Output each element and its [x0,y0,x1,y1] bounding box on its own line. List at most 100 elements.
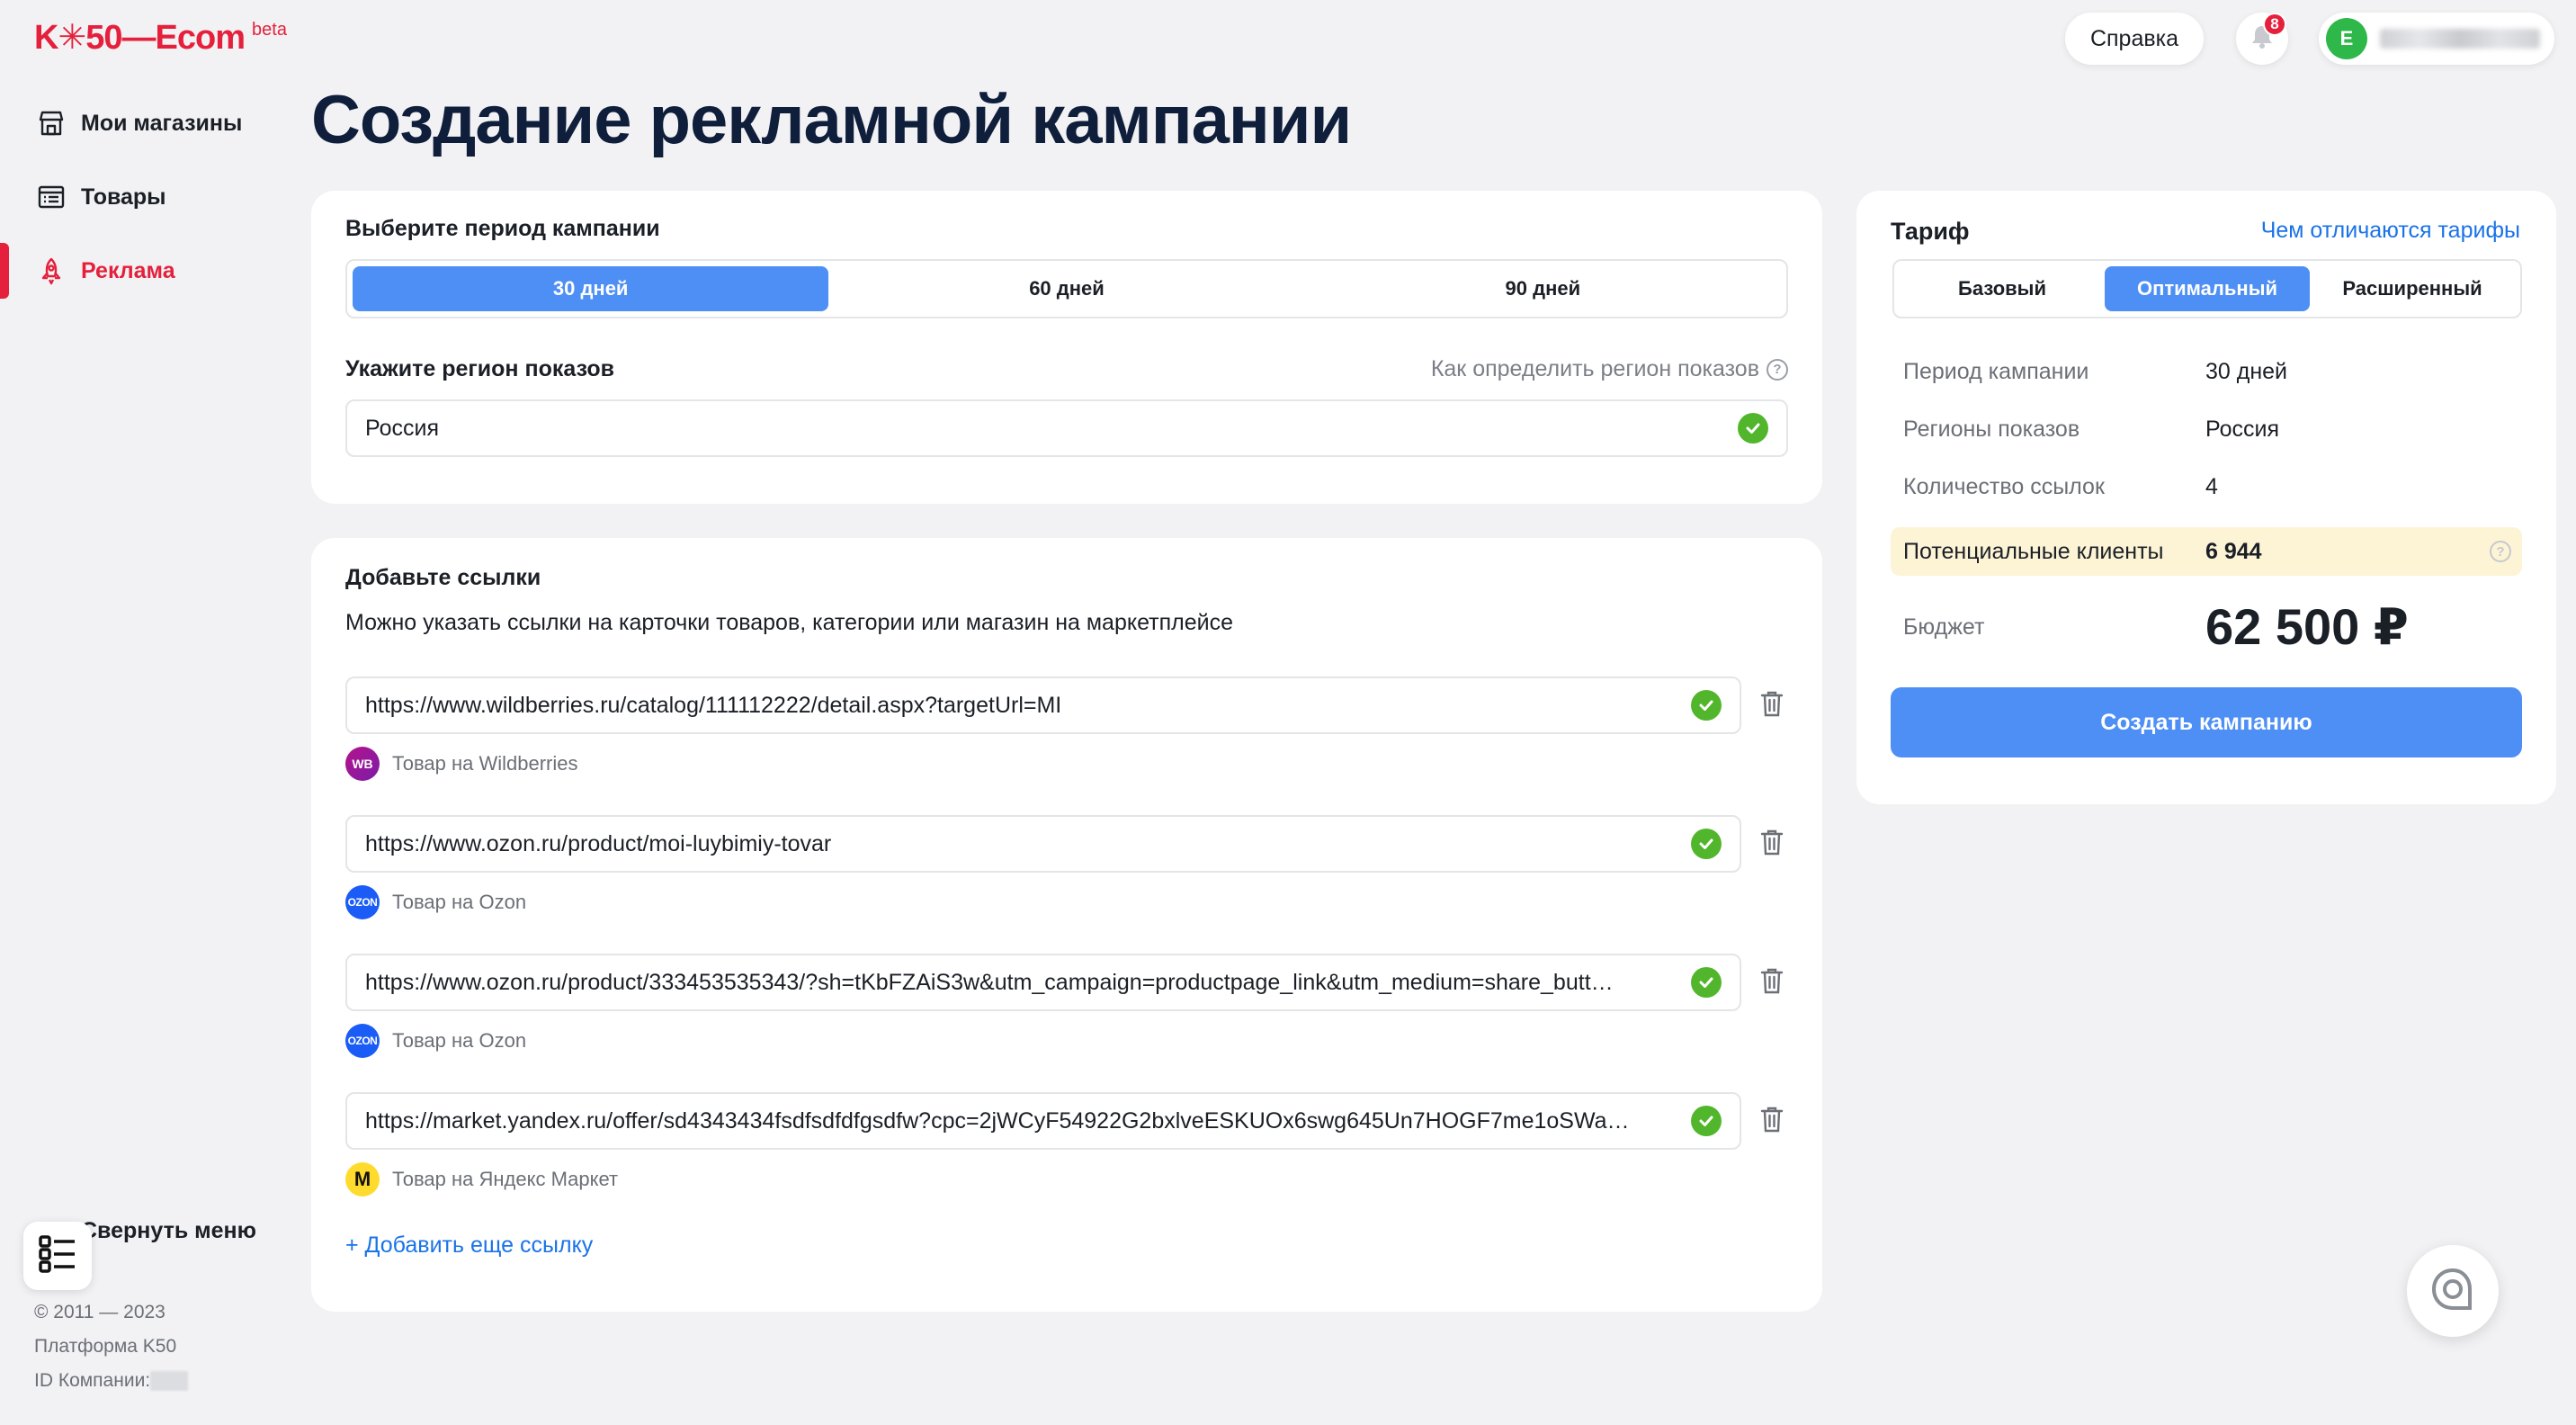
marketplace-text: Товар на Яндекс Маркет [392,1168,619,1190]
marketplace-label: M Товар на Яндекс Маркет [345,1162,618,1196]
question-icon: ? [1767,358,1788,381]
platform-label: Платформа K50 [34,1336,177,1357]
summary-label: Бюджет [1903,614,1985,640]
link-field[interactable] [345,1092,1741,1150]
sidebar-footer: © 2011 — 2023 Платформа K50 ID Компании: [34,1295,189,1398]
help-button[interactable]: Справка [2065,13,2204,65]
app-menu-button[interactable] [23,1222,92,1290]
question-icon[interactable]: ? [2490,541,2511,562]
chat-icon [2428,1265,2477,1318]
period-option-60[interactable]: 60 дней [828,266,1304,311]
period-option-30[interactable]: 30 дней [353,266,829,311]
sidebar-item-stores[interactable]: Мои магазины [0,86,297,160]
marketplace-label: OZON Товар на Ozon [345,885,526,919]
tariff-option-optimal[interactable]: Оптимальный [2105,266,2310,311]
sidebar-item-label: Товары [81,184,166,210]
delete-link-button[interactable] [1754,826,1790,862]
period-region-card: Выберите период кампании 30 дней 60 дней… [311,191,1822,504]
region-input[interactable] [365,415,1727,442]
trash-icon [1759,966,1784,999]
company-id-redacted [150,1371,189,1392]
summary-potential-clients: Потенциальные клиенты 6 944 ? [1891,527,2522,576]
app-logo[interactable]: K✳50—Ecom beta [34,18,287,58]
link-field[interactable] [345,954,1741,1011]
sidebar-item-products[interactable]: Товары [0,160,297,234]
marketplace-text: Товар на Ozon [392,1029,527,1052]
check-icon [1738,413,1768,444]
summary-label: Период кампании [1903,358,2089,384]
period-title: Выберите период кампании [345,216,660,241]
check-icon [1691,690,1722,721]
tariff-option-extended[interactable]: Расширенный [2310,266,2515,311]
delete-link-button[interactable] [1754,687,1790,723]
collapse-menu-label: Свернуть меню [81,1217,256,1243]
tariff-diff-link[interactable]: Чем отличаются тарифы [2261,218,2520,244]
company-id: ID Компании: [34,1364,189,1398]
tariff-selector: Базовый Оптимальный Расширенный [1892,259,2522,318]
region-help-link[interactable]: Как определить регион показов ? [1431,356,1788,382]
sidebar-item-ads[interactable]: Реклама [0,234,297,308]
list-icon [36,182,67,212]
profile-menu[interactable]: E [2319,13,2554,65]
summary-value: 30 дней [2205,358,2288,384]
summary-label: Потенциальные клиенты [1903,538,2164,564]
link-input[interactable] [365,692,1680,719]
sidebar-item-label: Мои магазины [81,110,243,136]
profile-name-redacted [2380,29,2540,49]
tariff-card: Тариф Чем отличаются тарифы Базовый Опти… [1856,191,2556,804]
yandex-market-logo: M [345,1162,380,1196]
region-help-label: Как определить регион показов [1430,356,1759,381]
region-title: Укажите регион показов [345,356,615,381]
link-field[interactable] [345,815,1741,873]
avatar: E [2326,18,2367,59]
sidebar-item-label: Реклама [81,257,175,283]
delete-link-button[interactable] [1754,1103,1790,1139]
marketplace-text: Товар на Ozon [392,891,527,913]
period-option-90[interactable]: 90 дней [1305,266,1781,311]
summary-label: Регионы показов [1903,416,2080,442]
summary-value: 4 [2205,473,2218,499]
tariff-title: Тариф [1891,218,1970,245]
links-description: Можно указать ссылки на карточки товаров… [345,610,1233,635]
summary-period: Период кампании 30 дней [1891,347,2522,396]
rocket-icon [36,255,67,286]
ozon-logo: OZON [345,885,380,919]
check-icon [1691,829,1722,859]
period-selector: 30 дней 60 дней 90 дней [345,259,1788,318]
link-input[interactable] [365,830,1680,857]
summary-value: 6 944 [2205,538,2262,564]
marketplace-text: Товар на Wildberries [392,752,578,775]
ozon-logo: OZON [345,1024,380,1058]
link-input[interactable] [365,969,1680,996]
link-input[interactable] [365,1107,1680,1134]
store-icon [36,108,67,139]
logo-text: K✳50—Ecom [34,19,246,57]
page-title: Создание рекламной кампании [311,82,1352,158]
check-icon [1691,1106,1722,1136]
tariff-option-basic[interactable]: Базовый [1900,266,2105,311]
check-icon [1691,967,1722,998]
trash-icon [1759,1105,1784,1138]
sidebar-nav: Мои магазины Товары Реклама [0,86,297,308]
summary-value: Россия [2205,416,2279,442]
summary-label: Количество ссылок [1903,473,2105,499]
marketplace-label: OZON Товар на Ozon [345,1024,526,1058]
create-campaign-button[interactable]: Создать кампанию [1891,687,2522,757]
summary-budget: Бюджет 62 500 ₽ [1891,596,2522,659]
delete-link-button[interactable] [1754,964,1790,1000]
copyright: © 2011 — 2023 [34,1302,165,1322]
summary-links-count: Количество ссылок 4 [1891,462,2522,511]
beta-badge: beta [252,20,287,40]
region-field[interactable] [345,399,1788,457]
notifications-badge: 8 [2263,13,2286,36]
link-field[interactable] [345,677,1741,734]
support-chat-button[interactable] [2407,1245,2499,1337]
budget-value: 62 500 ₽ [2205,598,2409,655]
add-link-button[interactable]: + Добавить еще ссылку [345,1232,593,1259]
trash-icon [1759,689,1784,722]
links-title: Добавьте ссылки [345,565,541,590]
marketplace-label: WB Товар на Wildberries [345,747,578,781]
grid-menu-icon [36,1232,79,1280]
summary-regions: Регионы показов Россия [1891,405,2522,453]
links-card: Добавьте ссылки Можно указать ссылки на … [311,538,1822,1312]
